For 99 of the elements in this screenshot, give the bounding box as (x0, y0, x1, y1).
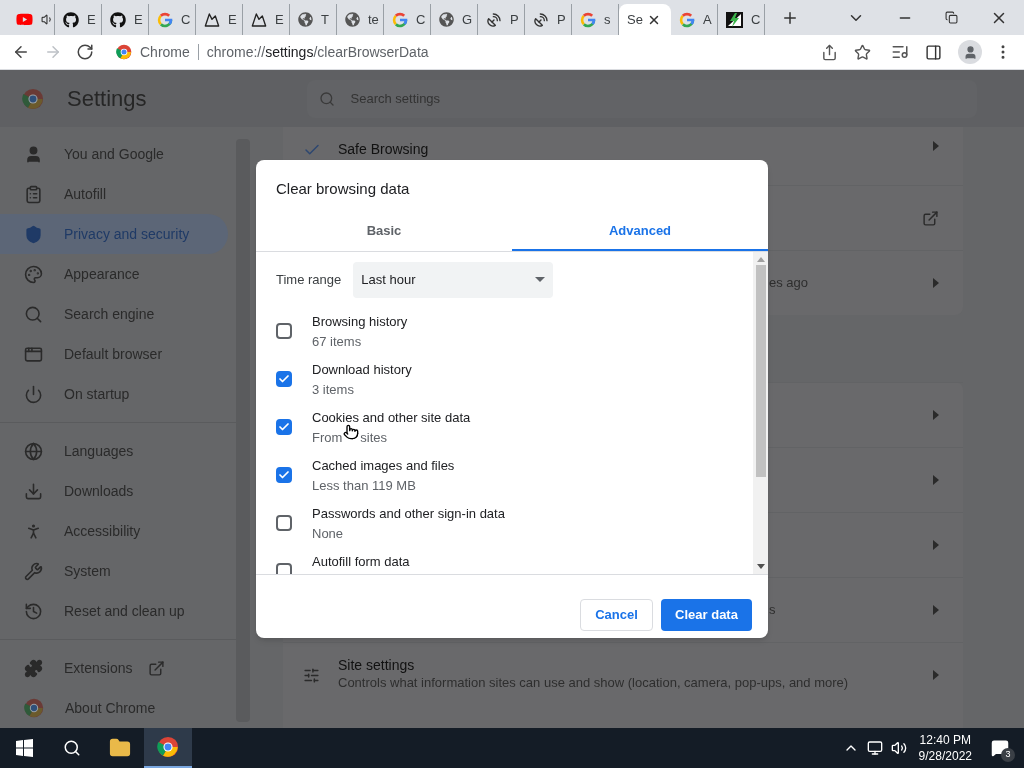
dialog-scrollbar[interactable] (753, 251, 768, 574)
dialog-title: Clear browsing data (275, 179, 411, 199)
cat-logo-icon (63, 11, 79, 28)
share-icon[interactable] (821, 43, 838, 61)
cat-logo-icon (110, 11, 126, 28)
hand-cursor-icon (343, 423, 360, 440)
search-icon[interactable] (63, 739, 81, 757)
palette-icon (24, 264, 43, 284)
checkbox[interactable] (276, 514, 292, 531)
chrome-logo-icon (22, 87, 44, 110)
globe-icon (439, 12, 454, 27)
item-title: Autofill form data (312, 552, 410, 571)
item-title: Cached images and files (312, 456, 455, 475)
notifications-button[interactable]: 3 (976, 728, 1024, 768)
checkbox[interactable] (276, 562, 292, 574)
folder-icon (109, 737, 131, 759)
arrow-right-icon[interactable] (933, 278, 939, 288)
power-icon (24, 384, 43, 404)
download-icon (24, 481, 43, 501)
row-description: es ago (769, 274, 809, 293)
checkbox[interactable] (276, 322, 292, 339)
network-icon[interactable] (866, 740, 883, 756)
reload-icon[interactable] (76, 43, 94, 61)
mountain-icon (204, 11, 220, 28)
item-detail: None (312, 524, 344, 543)
satellite-dish-icon (486, 11, 502, 28)
item-detail: 67 items (312, 332, 362, 351)
google-icon (679, 11, 695, 28)
arrow-right-icon[interactable] (933, 605, 939, 615)
media-icon[interactable] (891, 43, 909, 61)
tune-icon (303, 666, 320, 684)
browser-tab[interactable]: Se (619, 4, 671, 35)
checkmark-icon (278, 420, 290, 433)
bookmark-star-icon[interactable] (854, 43, 871, 61)
checkbox[interactable] (276, 466, 292, 483)
checkbox[interactable] (276, 370, 292, 387)
cancel-button[interactable]: Cancel (580, 598, 653, 631)
new-tab-icon[interactable] (781, 9, 799, 27)
chrome-icon (116, 44, 132, 60)
google-icon (157, 11, 173, 28)
item-title: Cookies and other site data (312, 408, 471, 427)
chrome-icon (24, 698, 44, 718)
side-panel-icon[interactable] (925, 43, 942, 61)
history-icon (24, 601, 43, 621)
item-title: Passwords and other sign-in data (312, 504, 505, 523)
external-link-icon[interactable] (148, 659, 166, 677)
item-title: Download history (312, 360, 412, 379)
google-icon (580, 11, 596, 28)
checkbox[interactable] (276, 418, 292, 435)
google-icon (392, 11, 408, 28)
arrow-right-icon[interactable] (933, 540, 939, 550)
profile-avatar[interactable] (958, 40, 982, 64)
dropdown-caret-icon (535, 277, 546, 282)
time-range-select[interactable]: Last hour (353, 261, 554, 298)
search-icon (24, 304, 43, 324)
globe-icon (298, 12, 313, 27)
clock[interactable]: 12:40 PM 9/28/2022 (914, 732, 976, 764)
row-title: Safe Browsing (338, 141, 429, 157)
item-detail: From (312, 428, 343, 447)
video-play-icon (16, 11, 33, 28)
item-title: Browsing history (312, 312, 408, 331)
globe-icon (345, 12, 360, 27)
arrow-right-icon[interactable] (933, 670, 939, 680)
chrome-icon (157, 736, 179, 758)
puzzle-icon (24, 658, 43, 678)
globe-icon (24, 441, 43, 461)
wrench-icon (24, 561, 43, 581)
row-title: Site settings (338, 657, 415, 674)
scroll-down-icon[interactable] (756, 563, 765, 569)
settings-title: Settings (67, 85, 147, 113)
external-link-icon[interactable] (922, 209, 939, 227)
dialog-tab[interactable]: Basic (256, 212, 512, 251)
mountain-icon (251, 11, 267, 28)
notification-count: 3 (1001, 748, 1015, 762)
bolt-logo-icon (726, 11, 743, 28)
item-detail: Less than 119 MB (312, 476, 416, 495)
item-detail: sites (360, 428, 388, 447)
volume-icon[interactable] (890, 740, 907, 756)
row-description: Controls what information sites can use and show (location, camera, pop-ups, and more) (338, 674, 849, 693)
clear-data-button[interactable]: Clear data (661, 598, 752, 631)
arrow-right-icon[interactable] (933, 475, 939, 485)
checkmark-icon (278, 372, 290, 385)
arrow-right-icon[interactable] (933, 141, 939, 151)
item-detail: 3 items (312, 380, 354, 399)
satellite-dish-icon (533, 11, 549, 28)
browser-icon (24, 344, 43, 364)
clipboard-icon (24, 184, 43, 204)
checkmark-icon (278, 468, 290, 481)
dialog-tab[interactable]: Advanced (512, 212, 768, 251)
shield-icon (24, 224, 43, 244)
search-icon (318, 90, 335, 107)
person-icon (24, 144, 43, 164)
time-range-label: Time range (276, 270, 342, 289)
taskbar-app[interactable] (144, 728, 192, 768)
arrow-right-icon[interactable] (933, 410, 939, 420)
restore-icon[interactable] (945, 11, 958, 24)
url-text: chrome://settings/clearBrowserData (206, 42, 429, 62)
back-icon[interactable] (12, 43, 30, 61)
row-description: s (769, 601, 776, 620)
